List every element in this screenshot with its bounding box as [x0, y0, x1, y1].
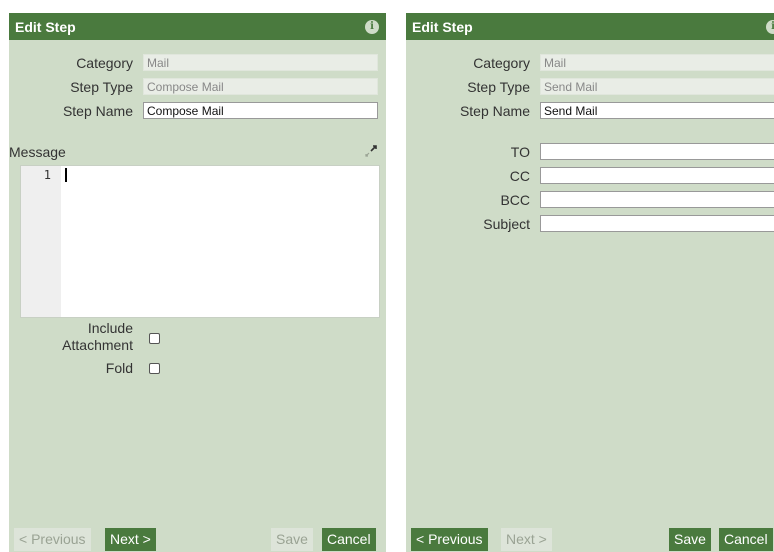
bcc-label: BCC	[500, 192, 530, 208]
edit-step-dialog-compose-mail: Edit Step i Category Mail Step Type Comp…	[9, 13, 386, 552]
message-editor[interactable]: 1	[20, 165, 380, 318]
cc-label: CC	[509, 168, 530, 184]
previous-button[interactable]: < Previous	[411, 528, 488, 551]
expand-icon[interactable]	[364, 144, 378, 158]
editor-gutter: 1	[21, 166, 61, 317]
step-type-row: Step Type Compose Mail	[9, 77, 386, 97]
fold-label: Fold	[105, 360, 133, 376]
line-number: 1	[43, 168, 51, 182]
cc-row: CC	[406, 166, 774, 186]
include-attachment-checkbox[interactable]	[149, 333, 160, 344]
category-row: Category Mail	[406, 53, 774, 73]
subject-row: Subject	[406, 214, 774, 234]
next-button[interactable]: Next >	[105, 528, 156, 551]
step-name-label: Step Name	[459, 103, 530, 119]
save-button[interactable]: Save	[669, 528, 711, 551]
step-type-label: Step Type	[70, 79, 133, 95]
to-input[interactable]	[540, 143, 774, 160]
step-name-row: Step Name Compose Mail	[9, 101, 386, 121]
editor-active-line	[61, 166, 379, 183]
fold-checkbox[interactable]	[149, 363, 160, 374]
step-type-field: Send Mail	[540, 78, 774, 95]
cancel-button[interactable]: Cancel	[322, 528, 376, 551]
category-label: Category	[473, 55, 530, 71]
step-type-label: Step Type	[467, 79, 530, 95]
to-row: TO	[406, 142, 774, 162]
step-type-field: Compose Mail	[143, 78, 378, 95]
to-label: TO	[510, 144, 530, 160]
text-cursor	[65, 168, 67, 182]
include-attachment-label-line1: Include	[87, 320, 133, 336]
category-row: Category Mail	[9, 53, 386, 73]
include-attachment-label: Include Attachment	[9, 320, 133, 354]
info-icon[interactable]: i	[365, 20, 379, 34]
subject-input[interactable]	[540, 215, 774, 232]
dialog-title: Edit Step	[15, 19, 76, 35]
bcc-row: BCC	[406, 190, 774, 210]
dialog-title: Edit Step	[412, 19, 473, 35]
step-name-row: Step Name Send Mail	[406, 101, 774, 121]
info-icon[interactable]: i	[766, 20, 774, 34]
step-type-row: Step Type Send Mail	[406, 77, 774, 97]
step-name-input[interactable]: Compose Mail	[143, 102, 378, 119]
step-name-input[interactable]: Send Mail	[540, 102, 774, 119]
cancel-button[interactable]: Cancel	[719, 528, 773, 551]
panel-gap	[386, 13, 406, 552]
next-button[interactable]: Next >	[501, 528, 552, 551]
save-button[interactable]: Save	[271, 528, 313, 551]
category-field: Mail	[540, 54, 774, 71]
dialog-header: Edit Step i	[406, 13, 774, 40]
previous-button[interactable]: < Previous	[14, 528, 91, 551]
category-field: Mail	[143, 54, 378, 71]
include-attachment-label-line2: Attachment	[62, 337, 133, 353]
bcc-input[interactable]	[540, 191, 774, 208]
message-label: Message	[9, 144, 66, 160]
step-name-label: Step Name	[62, 103, 133, 119]
cc-input[interactable]	[540, 167, 774, 184]
subject-label: Subject	[483, 216, 530, 232]
edit-step-dialog-send-mail: Edit Step i Category Mail Step Type Send…	[406, 13, 774, 552]
category-label: Category	[76, 55, 133, 71]
dialog-header: Edit Step i	[9, 13, 386, 40]
